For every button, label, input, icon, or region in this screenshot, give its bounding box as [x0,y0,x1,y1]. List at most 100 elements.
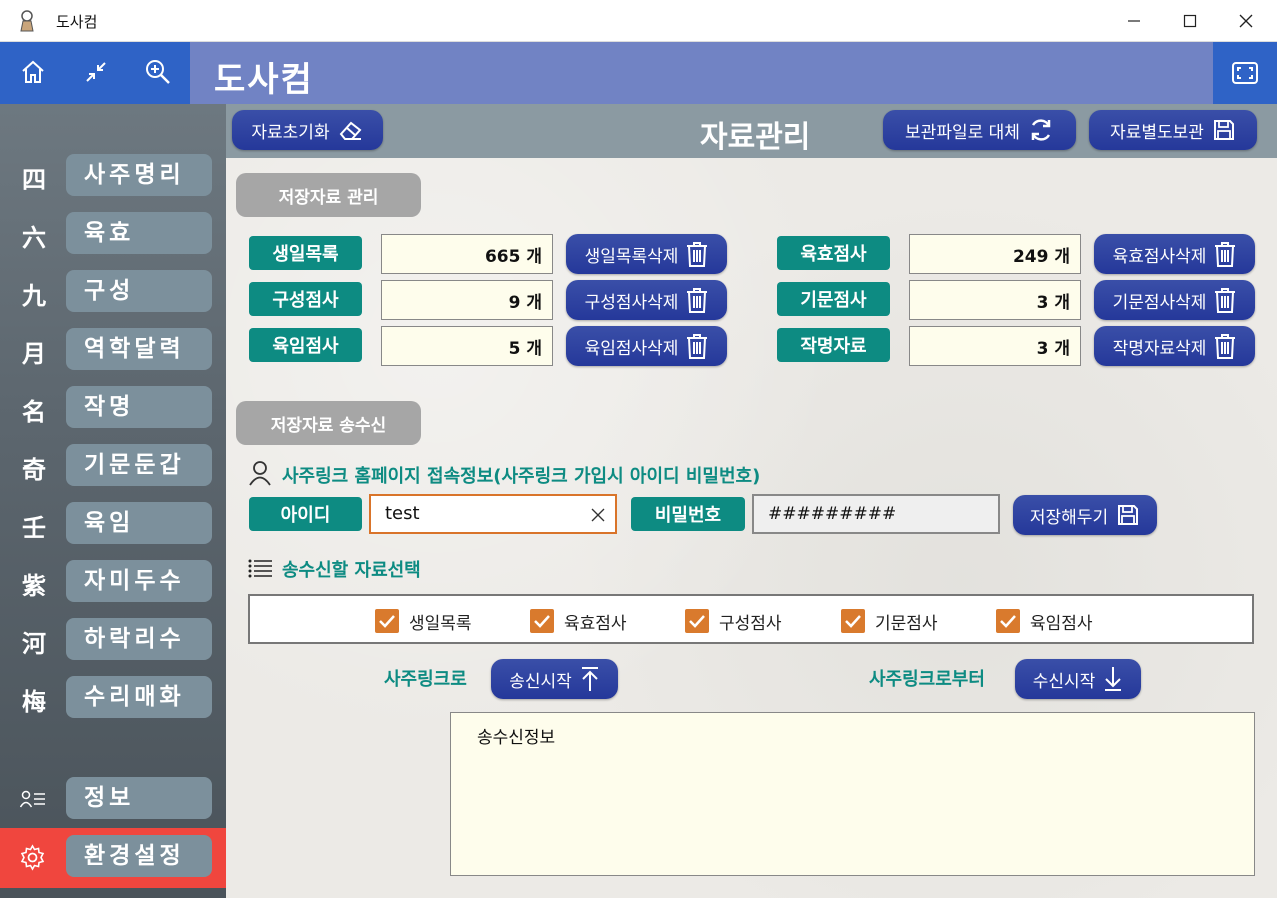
trash-icon [687,288,708,313]
from-sajulink-label: 사주링크로부터 [869,669,985,690]
data-option-label: 구성점사 [719,613,782,634]
data-option-label: 육임점사 [1030,613,1093,634]
trash-icon [687,334,708,359]
title-bar: 도사컴 [0,0,1277,42]
sidebar-item-hanja: 梅 [22,687,46,716]
transfer-log[interactable]: 송수신정보 [450,712,1255,876]
sidebar-item-label: 역학달력 [66,328,212,370]
sidebar-item-2[interactable]: 九 구성 [0,270,226,314]
storage-count-box: 5 개 [381,326,553,366]
storage-name-label: 육효점사 [777,236,890,270]
fullscreen-button[interactable] [1213,42,1277,104]
transfer-section-tab: 저장자료 송수신 [236,401,421,445]
password-label: 비밀번호 [631,497,745,531]
data-option-label: 육효점사 [564,613,627,634]
delete-data-label: 구성점사삭제 [584,292,679,313]
receive-start-button[interactable]: 수신시작 [1015,659,1141,699]
refresh-icon [1031,119,1051,141]
header-bar [190,42,1213,104]
save-credentials-button[interactable]: 저장해두기 [1013,495,1157,535]
sidebar-item-label: 하락리수 [66,618,212,660]
delete-data-button[interactable]: 작명자료삭제 [1094,326,1255,366]
list-icon [248,559,272,578]
separate-backup-label: 자료별도보관 [1110,122,1204,143]
id-input[interactable]: test [369,494,617,534]
maximize-button[interactable] [1162,0,1218,42]
replace-with-backup-label: 보관파일로 대체 [905,122,1020,143]
data-option-checkbox[interactable]: 기문점사 [841,608,938,634]
trash-icon [1215,288,1236,313]
minimize-button[interactable] [1106,0,1162,42]
delete-data-button[interactable]: 생일목록삭제 [566,234,727,274]
sidebar-item-label: 수리매화 [66,676,212,718]
delete-data-button[interactable]: 기문점사삭제 [1094,280,1255,320]
data-option-checkbox[interactable]: 구성점사 [685,608,782,634]
data-option-checkbox[interactable]: 생일목록 [375,608,472,634]
storage-name-label: 육임점사 [249,328,362,362]
sidebar-item-label: 사주명리 [66,154,212,196]
checkbox-checked-icon [841,609,865,633]
sidebar-item-8[interactable]: 河 하락리수 [0,618,226,662]
delete-data-label: 육효점사삭제 [1112,246,1207,267]
storage-section-tab: 저장자료 관리 [236,173,421,217]
sidebar-item-settings[interactable]: 환경설정 [0,835,226,879]
sidebar-item-label: 자미두수 [66,560,212,602]
sidebar-item-5[interactable]: 奇 기문둔갑 [0,444,226,488]
sidebar-item-3[interactable]: 月 역학달력 [0,328,226,372]
trash-icon [1215,242,1236,267]
sidebar-item-0[interactable]: 四 사주명리 [0,154,226,198]
password-input[interactable]: ######### [752,494,1000,534]
sidebar-item-1[interactable]: 六 육효 [0,212,226,256]
collapse-button[interactable] [80,56,112,88]
delete-data-button[interactable]: 육임점사삭제 [566,326,727,366]
separate-backup-button[interactable]: 자료별도보관 [1089,110,1257,150]
sidebar-item-label: 환경설정 [66,835,212,877]
home-icon [22,60,44,83]
sidebar-item-hanja: 九 [22,281,46,310]
clear-icon[interactable] [591,508,605,522]
data-option-checkbox[interactable]: 육효점사 [530,608,627,634]
delete-data-button[interactable]: 구성점사삭제 [566,280,727,320]
sidebar-item-label: 구성 [66,270,212,312]
account-info-heading: 사주링크 홈페이지 접속정보(사주링크 가입시 아이디 비밀번호) [282,466,761,487]
sidebar-item-7[interactable]: 紫 자미두수 [0,560,226,604]
storage-name-label: 생일목록 [249,236,362,270]
close-button[interactable] [1218,0,1274,42]
storage-name-label: 작명자료 [777,328,890,362]
reset-data-button[interactable]: 자료초기화 [232,110,383,150]
maximize-icon [1183,14,1197,28]
gear-icon [20,844,45,871]
window-title: 도사컴 [56,13,98,31]
minimize-icon [1128,20,1140,22]
storage-count-box: 9 개 [381,280,553,320]
delete-data-button[interactable]: 육효점사삭제 [1094,234,1255,274]
sidebar-item-9[interactable]: 梅 수리매화 [0,676,226,720]
sidebar-item-hanja: 紫 [22,571,46,600]
checkbox-checked-icon [996,609,1020,633]
sidebar-item-label: 육임 [66,502,212,544]
contact-card-icon [20,790,45,808]
sidebar-item-label: 기문둔갑 [66,444,212,486]
save-icon [1118,505,1139,525]
to-sajulink-label: 사주링크로 [384,669,467,690]
data-option-checkbox[interactable]: 육임점사 [996,608,1093,634]
download-arrow-icon [1105,667,1122,691]
app-logo-icon [20,10,34,32]
sidebar-item-6[interactable]: 壬 육임 [0,502,226,546]
zoom-button[interactable] [142,56,174,88]
collapse-icon [86,62,106,82]
receive-start-label: 수신시작 [1032,671,1096,692]
sidebar-item-4[interactable]: 名 작명 [0,386,226,430]
id-label: 아이디 [249,497,362,531]
delete-data-label: 기문점사삭제 [1112,292,1207,313]
trash-icon [1215,334,1236,359]
sidebar-item-hanja: 河 [22,629,46,658]
send-start-button[interactable]: 송신시작 [491,659,618,699]
home-button[interactable] [17,56,49,88]
user-icon [249,461,271,486]
sidebar-item-info[interactable]: 정보 [0,777,226,821]
page-title: 자료관리 [700,120,811,155]
app-name: 도사컴 [214,60,314,100]
data-option-label: 생일목록 [409,613,472,634]
replace-with-backup-button[interactable]: 보관파일로 대체 [883,110,1076,150]
